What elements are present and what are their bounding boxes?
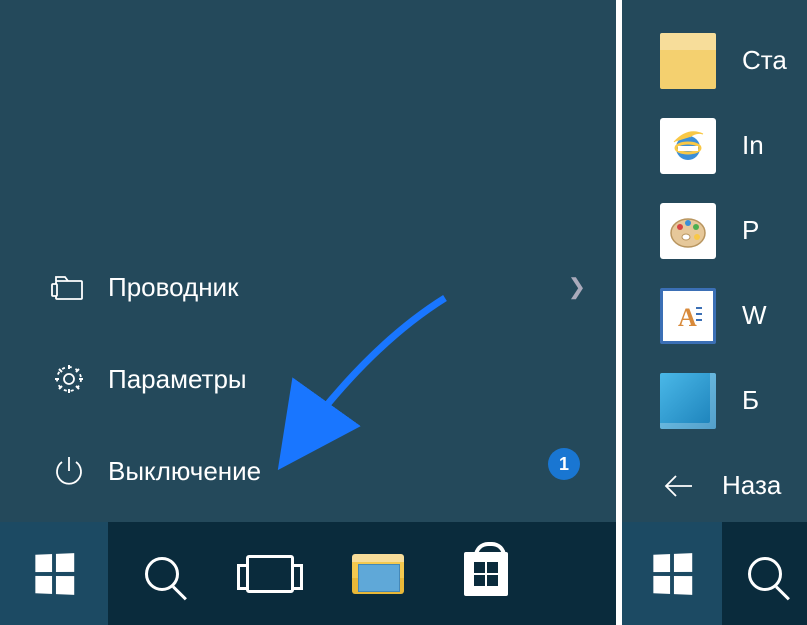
settings-label: Параметры: [108, 364, 247, 395]
store-taskbar-button[interactable]: [432, 522, 540, 625]
app-item-notepad[interactable]: Б: [660, 358, 807, 443]
wordpad-icon: A: [660, 288, 716, 344]
search-icon: [748, 557, 782, 591]
power-icon: [50, 452, 88, 490]
gear-icon: [50, 360, 88, 398]
app-label: W: [742, 300, 767, 331]
search-button[interactable]: [108, 522, 216, 625]
app-label: Ста: [742, 45, 787, 76]
paint-icon: [660, 203, 716, 259]
app-item-wordpad[interactable]: A W: [660, 273, 807, 358]
notepad-icon: [660, 373, 716, 429]
search-button-2[interactable]: [722, 522, 807, 625]
power-label: Выключение: [108, 456, 261, 487]
task-view-button[interactable]: [216, 522, 324, 625]
app-label: Б: [742, 385, 759, 416]
app-item-folder[interactable]: Ста: [660, 18, 807, 103]
annotation-badge-1: 1: [548, 448, 580, 480]
windows-logo-icon: [35, 553, 74, 595]
start-button[interactable]: [0, 522, 108, 625]
back-label: Наза: [722, 470, 781, 501]
ie-icon: [660, 118, 716, 174]
task-view-icon: [246, 555, 294, 593]
taskbar-right: [622, 522, 807, 625]
explorer-icon: [50, 268, 88, 306]
start-button-2[interactable]: [622, 522, 722, 625]
search-icon: [145, 557, 179, 591]
explorer-label: Проводник: [108, 272, 238, 303]
back-button[interactable]: Наза: [622, 443, 807, 529]
explorer-menu-item[interactable]: Проводник ❯: [50, 241, 616, 333]
folder-icon: [660, 33, 716, 89]
arrow-left-icon: [660, 468, 696, 504]
svg-text:A: A: [678, 303, 697, 332]
app-label: P: [742, 215, 759, 246]
settings-menu-item[interactable]: Параметры: [50, 333, 616, 425]
windows-logo-icon: [653, 553, 692, 595]
chevron-right-icon: ❯: [568, 274, 586, 300]
app-item-ie[interactable]: In: [660, 103, 807, 188]
file-explorer-taskbar-button[interactable]: [324, 522, 432, 625]
store-icon: [464, 552, 508, 596]
app-item-paint[interactable]: P: [660, 188, 807, 273]
app-label: In: [742, 130, 764, 161]
taskbar-left: [0, 522, 616, 625]
power-menu-item[interactable]: Выключение: [50, 425, 616, 517]
folder-icon: [352, 554, 404, 594]
